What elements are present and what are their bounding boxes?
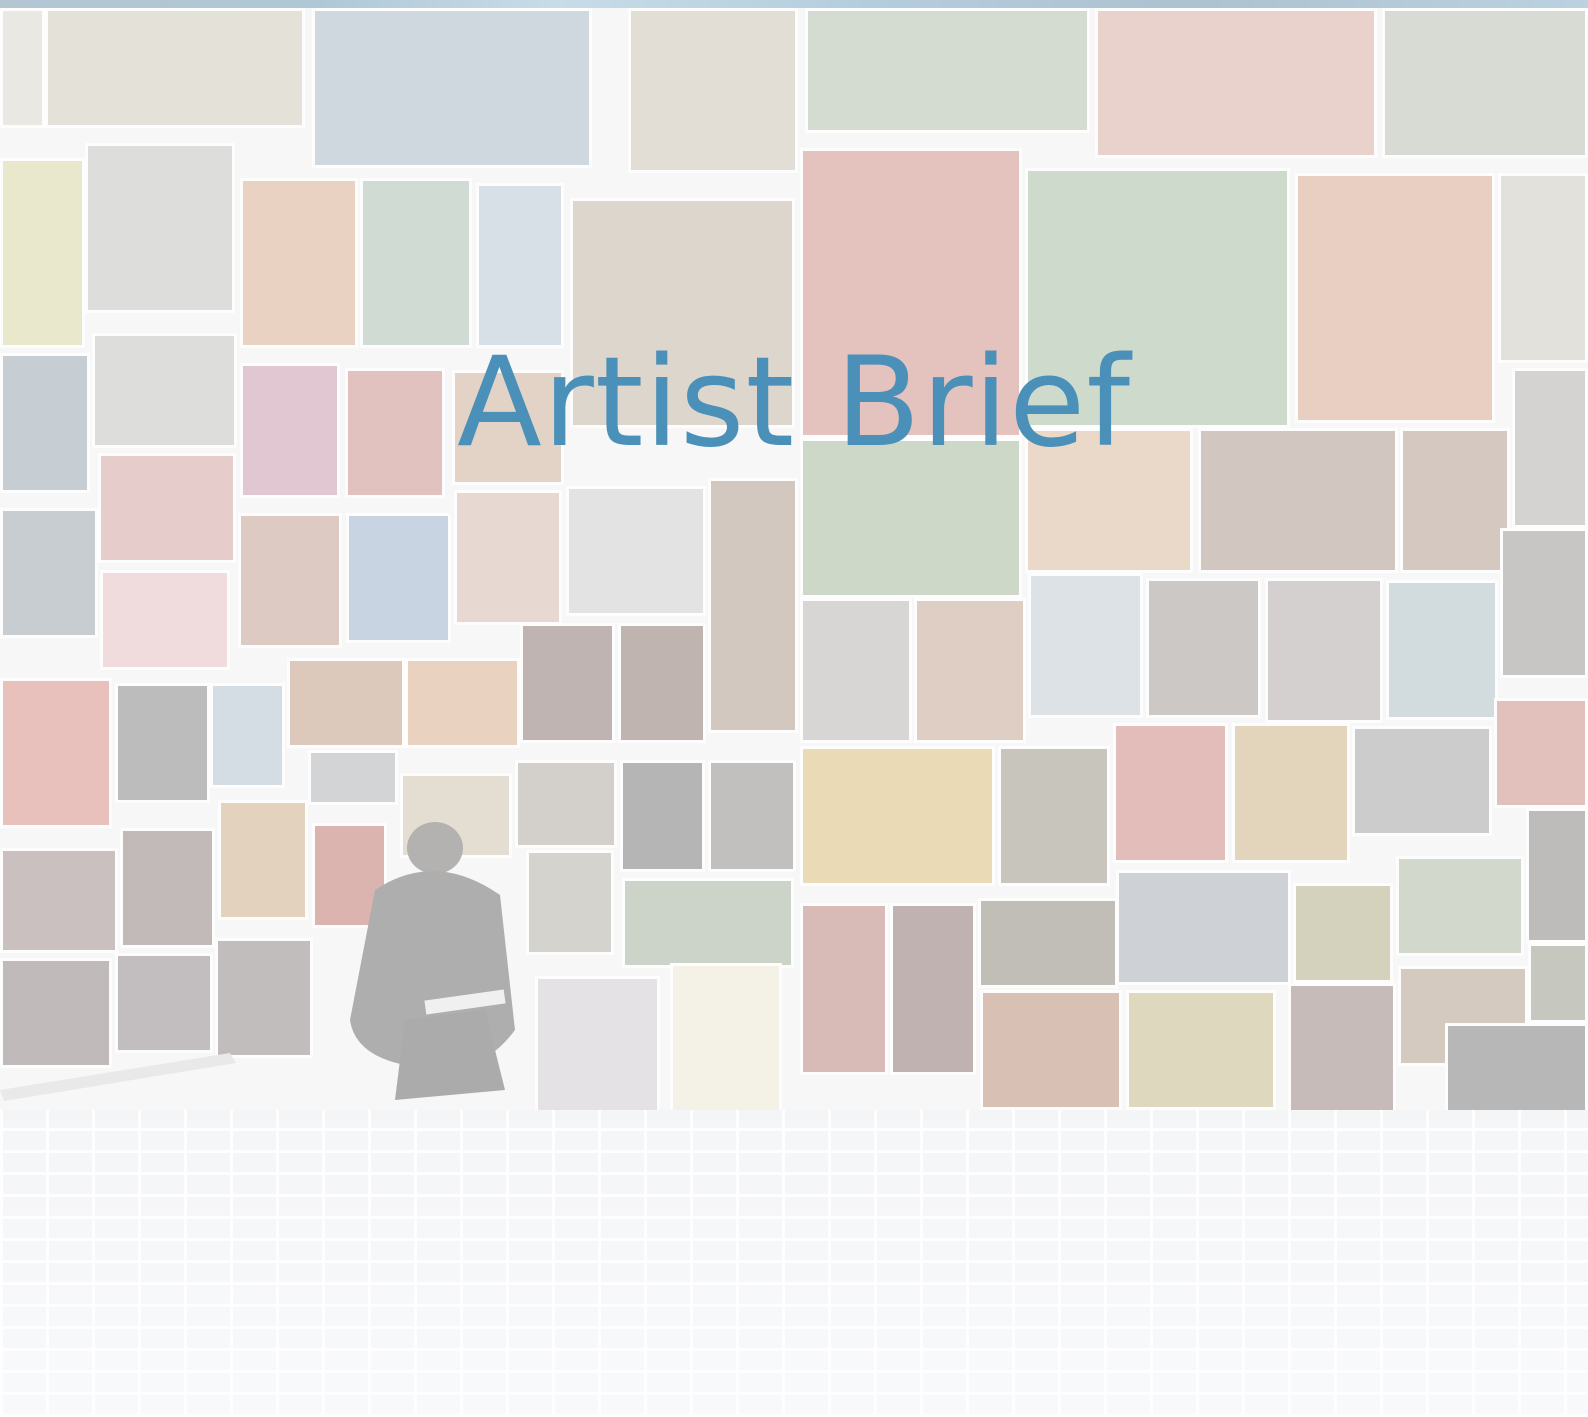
painting — [526, 850, 614, 955]
painting — [85, 143, 235, 313]
painting — [1095, 8, 1377, 158]
painting — [1386, 580, 1498, 720]
painting — [998, 746, 1110, 886]
painting — [218, 800, 308, 920]
top-accent-bar — [0, 0, 1588, 8]
painting — [800, 903, 888, 1075]
painting — [476, 183, 564, 348]
painting — [308, 750, 398, 805]
painting — [535, 976, 660, 1116]
painting — [1028, 573, 1143, 718]
painting — [120, 828, 215, 948]
painting — [520, 623, 615, 743]
painting — [1232, 723, 1350, 863]
painting — [454, 490, 562, 625]
painting — [628, 8, 798, 173]
painting — [210, 683, 285, 788]
painting — [1265, 578, 1383, 723]
painting — [800, 598, 912, 743]
seated-person-silhouette — [350, 822, 515, 1100]
painting — [0, 678, 112, 828]
painting — [1494, 698, 1588, 808]
painting — [1526, 808, 1588, 943]
painting — [1445, 1023, 1588, 1118]
painting — [620, 760, 705, 872]
cobblestone-floor — [0, 1110, 1588, 1417]
painting — [0, 508, 98, 638]
painting — [890, 903, 976, 1075]
painting — [1293, 883, 1393, 983]
painting — [1146, 578, 1261, 718]
umbrella-on-ground — [0, 1053, 236, 1101]
painting — [115, 683, 210, 803]
painting — [0, 158, 85, 348]
painting — [1116, 870, 1291, 985]
painting — [238, 513, 342, 648]
painting — [312, 8, 592, 168]
painting — [1382, 8, 1588, 158]
painting — [360, 178, 472, 348]
slide-title: Artist Brief — [457, 331, 1131, 475]
painting — [1352, 726, 1492, 836]
painting — [0, 848, 118, 953]
painting — [622, 878, 794, 968]
painting — [566, 486, 706, 616]
painting — [287, 658, 405, 748]
painting — [708, 478, 798, 733]
painting — [708, 760, 796, 872]
painting — [405, 658, 520, 748]
painting — [0, 8, 45, 128]
painting — [1126, 990, 1276, 1110]
painting — [45, 8, 305, 128]
slide: Artist Brief — [0, 0, 1588, 1417]
painting — [670, 963, 782, 1118]
painting — [1528, 943, 1588, 1023]
painting — [914, 598, 1026, 743]
painting — [346, 513, 451, 643]
painting — [800, 746, 995, 886]
painting — [980, 990, 1122, 1110]
painting — [1113, 723, 1228, 863]
painting — [1288, 983, 1396, 1113]
painting — [100, 570, 230, 670]
painting — [1396, 856, 1524, 956]
painting — [1500, 528, 1588, 678]
painting — [618, 623, 706, 743]
painting — [805, 8, 1090, 133]
paintings-wall-background — [0, 8, 1588, 1118]
painting — [978, 898, 1118, 988]
painting — [240, 178, 358, 348]
